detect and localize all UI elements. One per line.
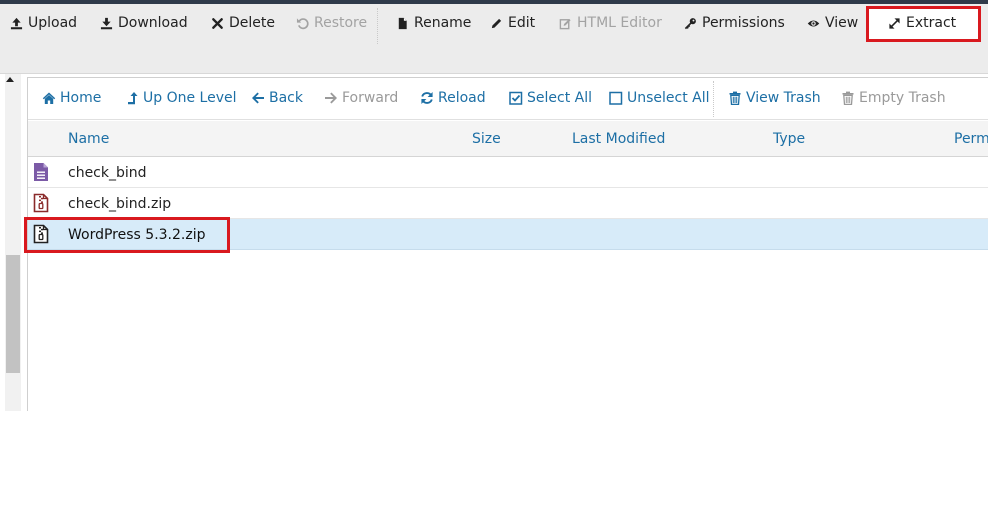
nav-divider (713, 81, 714, 117)
rename-label: Rename (414, 15, 472, 31)
forward-label: Forward (342, 90, 399, 106)
file-table-header: Name Size Last Modified Type Perm (28, 121, 988, 157)
arrow-left-icon (252, 92, 264, 104)
back-button[interactable]: Back (251, 88, 303, 108)
column-header-size[interactable]: Size (472, 131, 501, 147)
unselect-all-label: Unselect All (627, 90, 710, 106)
column-header-type[interactable]: Type (773, 131, 805, 147)
select-all-button[interactable]: Select All (509, 88, 592, 108)
view-trash-label: View Trash (746, 90, 821, 106)
file-row[interactable]: check_bind (28, 157, 988, 188)
reload-label: Reload (438, 90, 486, 106)
refresh-icon (421, 92, 433, 104)
scroll-up-arrow-icon[interactable] (6, 77, 14, 82)
folder-tree-panel (0, 74, 22, 411)
trash-icon (842, 91, 854, 105)
view-trash-button[interactable]: View Trash (728, 88, 821, 108)
undo-icon (296, 17, 309, 29)
permissions-button[interactable]: Permissions (684, 11, 785, 35)
checkbox-checked-icon (509, 91, 523, 105)
tree-scrollbar-thumb[interactable] (6, 255, 20, 373)
upload-button[interactable]: Upload (10, 11, 77, 35)
main-toolbar: Upload Download Delete Restore Rename Ed… (0, 4, 988, 74)
download-button[interactable]: Download (100, 11, 188, 35)
file-list-panel: Home Up One Level Back Forward Reload Se… (24, 77, 988, 411)
view-label: View (825, 15, 859, 31)
up-one-level-button[interactable]: Up One Level (125, 88, 237, 108)
file-name: check_bind (68, 165, 147, 181)
upload-label: Upload (28, 15, 78, 31)
column-header-permissions[interactable]: Perm (954, 131, 988, 147)
level-up-icon (128, 92, 138, 105)
expand-icon (889, 17, 900, 29)
select-all-label: Select All (527, 90, 592, 106)
forward-button[interactable]: Forward (324, 88, 398, 108)
file-icon (398, 17, 407, 29)
up-one-level-label: Up One Level (143, 90, 237, 106)
column-header-name[interactable]: Name (68, 131, 109, 147)
toolbar-divider (377, 8, 378, 44)
edit-button[interactable]: Edit (490, 11, 535, 35)
home-label: Home (60, 90, 102, 106)
view-button[interactable]: View (807, 11, 858, 35)
reload-button[interactable]: Reload (420, 88, 486, 108)
column-header-last-modified[interactable]: Last Modified (572, 131, 665, 147)
permissions-label: Permissions (702, 15, 785, 31)
extract-label: Extract (906, 15, 957, 31)
file-row-selected[interactable]: WordPress 5.3.2.zip (24, 217, 988, 253)
download-label: Download (118, 15, 188, 31)
arrow-right-icon (325, 92, 337, 104)
restore-button[interactable]: Restore (296, 11, 367, 35)
file-name: check_bind.zip (68, 196, 172, 212)
pencil-icon (491, 18, 502, 28)
upload-icon (10, 17, 23, 29)
trash-icon (729, 91, 741, 105)
html-editor-button[interactable]: HTML Editor (559, 11, 662, 35)
key-icon (684, 17, 696, 29)
unselect-all-button[interactable]: Unselect All (609, 88, 710, 108)
file-row[interactable]: check_bind.zip (28, 188, 988, 219)
navigation-bar: Home Up One Level Back Forward Reload Se… (28, 78, 988, 120)
restore-label: Restore (314, 15, 368, 31)
delete-button[interactable]: Delete (211, 11, 275, 35)
checkbox-empty-icon (609, 91, 623, 105)
delete-label: Delete (229, 15, 275, 31)
edit-label: Edit (508, 15, 536, 31)
home-button[interactable]: Home (42, 88, 101, 108)
empty-trash-button[interactable]: Empty Trash (841, 88, 946, 108)
edit-square-icon (559, 18, 571, 29)
download-icon (100, 17, 113, 29)
eye-icon (807, 19, 820, 27)
text-file-icon (34, 163, 48, 181)
empty-trash-label: Empty Trash (859, 90, 946, 106)
extract-button[interactable]: Extract (888, 11, 956, 35)
zip-file-icon (33, 193, 49, 213)
home-icon (42, 92, 56, 104)
back-label: Back (269, 90, 303, 106)
close-icon (212, 17, 223, 29)
rename-button[interactable]: Rename (396, 11, 471, 35)
selected-file-highlight-box (24, 217, 230, 253)
html-editor-label: HTML Editor (577, 15, 662, 31)
